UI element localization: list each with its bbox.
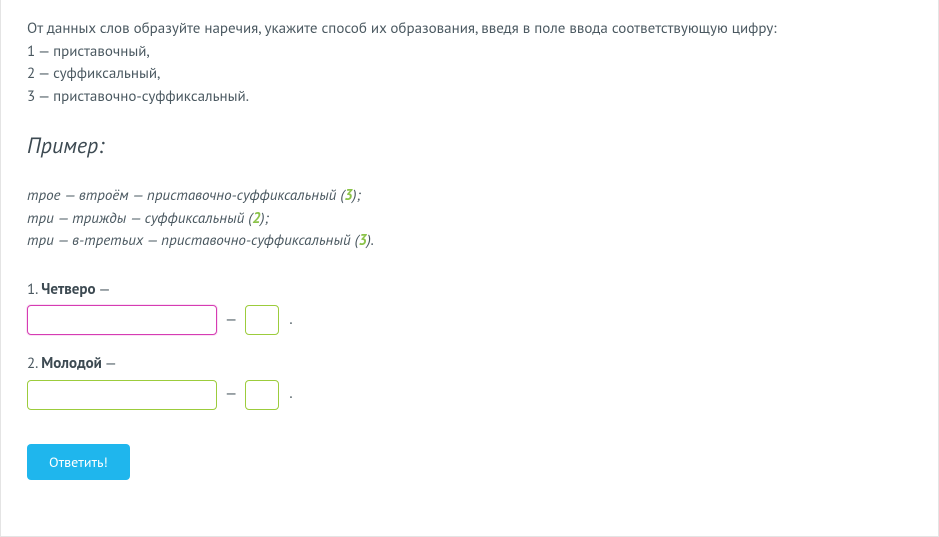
instructions-option-1: 1 — приставочный, bbox=[27, 41, 912, 64]
instructions-intro: От данных слов образуйте наречия, укажит… bbox=[27, 18, 912, 41]
example-number: 3 bbox=[344, 186, 352, 205]
example-line: три — трижды — суффиксальный (2); bbox=[27, 208, 912, 231]
task-2-number-input[interactable] bbox=[245, 380, 279, 410]
task-2-word-input[interactable] bbox=[27, 380, 217, 410]
period: . bbox=[285, 383, 292, 406]
task-1-word-input[interactable] bbox=[27, 305, 217, 335]
task-row-2: 2. Молодой — — . bbox=[27, 353, 912, 410]
example-line: трое — втроём — приставочно-суффиксальны… bbox=[27, 185, 912, 208]
instructions-option-3: 3 — приставочно-суффиксальный. bbox=[27, 86, 912, 109]
instructions-option-2: 2 — суффиксальный, bbox=[27, 63, 912, 86]
exercise-container: От данных слов образуйте наречия, укажит… bbox=[0, 0, 939, 537]
task-inputs-line: — . bbox=[27, 305, 912, 335]
task-inputs-line: — . bbox=[27, 380, 912, 410]
task-1-number-input[interactable] bbox=[245, 305, 279, 335]
examples-block: трое — втроём — приставочно-суффиксальны… bbox=[27, 185, 912, 253]
submit-button[interactable]: Ответить! bbox=[27, 444, 130, 480]
dash-separator: — bbox=[223, 309, 239, 332]
example-heading: Пример: bbox=[27, 130, 912, 163]
example-line: три — в-третьих — приставочно-суффиксаль… bbox=[27, 230, 912, 253]
task-label: 1. Четверо — bbox=[27, 279, 912, 302]
example-number: 3 bbox=[359, 231, 367, 250]
task-row-1: 1. Четверо — — . bbox=[27, 279, 912, 336]
period: . bbox=[285, 309, 292, 332]
instructions-block: От данных слов образуйте наречия, укажит… bbox=[27, 18, 912, 108]
task-label: 2. Молодой — bbox=[27, 353, 912, 376]
dash-separator: — bbox=[223, 383, 239, 406]
